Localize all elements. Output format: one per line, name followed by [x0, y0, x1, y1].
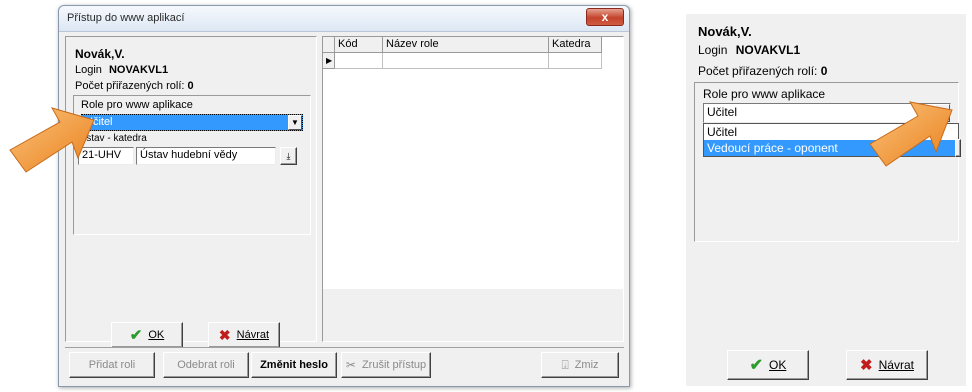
right-pointer-arrow-icon: [869, 101, 953, 167]
lookup-arrow-icon: ⤓: [286, 150, 291, 161]
close-button[interactable]: x: [586, 8, 624, 26]
login-row: Login NOVAKVL1: [75, 64, 168, 76]
zrusit-label: Zrušit přístup: [361, 359, 427, 371]
scissors-icon: ✂: [345, 358, 356, 372]
grid-header-katedra-label: Katedra: [552, 38, 591, 50]
grid-header-kod-label: Kód: [338, 38, 358, 50]
grid-header-katedra[interactable]: Katedra: [549, 37, 602, 53]
rp-check-icon: ✔: [749, 357, 764, 374]
left-pointer-arrow-icon: [9, 107, 95, 173]
rp-user-name: Novák,V.: [698, 24, 752, 39]
roles-count-label: Počet přiřazených rolí:: [75, 80, 185, 92]
odebrat-roli-button[interactable]: Odebrat roli: [163, 352, 249, 378]
rp-group-label: Role pro www aplikace: [703, 87, 826, 101]
grid-header-nazev[interactable]: Název role: [383, 37, 549, 53]
grid-empty-area: [323, 289, 623, 341]
ustav-name-value: Ústav hudební vědy: [140, 149, 238, 161]
zrusit-pristup-button[interactable]: ✂ Zrušit přístup: [341, 352, 431, 378]
login-label: Login: [75, 64, 102, 76]
grid-header-nazev-label: Název role: [386, 38, 439, 50]
grid-corner: [323, 37, 335, 53]
zmenit-heslo-button[interactable]: Změnit heslo: [251, 352, 337, 378]
ok-label: OK: [148, 329, 165, 341]
navrat-button[interactable]: ✖ Návrat: [208, 322, 280, 348]
roles-count-row: Počet přiřazených rolí: 0: [75, 80, 194, 92]
rp-role-select-value: Učitel: [707, 105, 738, 119]
ustav-name-field[interactable]: Ústav hudební vědy: [136, 147, 276, 165]
grid-cell[interactable]: [335, 53, 383, 69]
user-name: Novák,V.: [75, 47, 125, 61]
pridat-label: Přidat roli: [88, 359, 136, 371]
exit-door-icon: ⍗: [561, 357, 569, 372]
login-value: NOVAKVL1: [108, 64, 169, 76]
ustav-lookup-button[interactable]: ⤓: [280, 147, 297, 165]
pridat-roli-button[interactable]: Přidat roli: [69, 352, 155, 378]
title-bar[interactable]: Přístup do www aplikací x: [59, 6, 629, 32]
grid-header-kod[interactable]: Kód: [335, 37, 383, 53]
rp-roles-count-row: Počet přiřazených rolí: 0: [698, 64, 827, 78]
odebrat-label: Odebrat roli: [177, 359, 235, 371]
roles-count-value: 0: [187, 80, 194, 92]
divider: [65, 347, 624, 348]
ok-button[interactable]: ✔ OK: [111, 322, 183, 348]
access-dialog-window: Přístup do www aplikací x Novák,V. Login…: [58, 5, 630, 387]
zoomed-panel: Novák,V. Login NOVAKVL1 Počet přiřazenýc…: [686, 14, 966, 386]
grid-cell[interactable]: [549, 53, 602, 69]
check-icon: ✔: [129, 327, 143, 344]
rp-x-cross-icon: ✖: [860, 357, 873, 374]
navrat-label: Návrat: [236, 329, 270, 341]
rp-login-value: NOVAKVL1: [735, 43, 801, 57]
chevron-down-icon[interactable]: ▼: [288, 115, 302, 130]
rp-login-row: Login NOVAKVL1: [698, 43, 800, 57]
rp-roles-count-label: Počet přiřazených rolí:: [698, 64, 818, 78]
zmiz-button[interactable]: ⍗ Zmiz: [541, 352, 619, 378]
user-info-panel: Novák,V. Login NOVAKVL1 Počet přiřazenýc…: [65, 36, 317, 348]
rp-navrat-button[interactable]: ✖ Návrat: [846, 350, 928, 380]
zmiz-label: Zmiz: [574, 359, 599, 371]
role-groupbox: Role pro www aplikace Učitel ▼ Ústav - k…: [73, 95, 311, 235]
rp-option-label: Učitel: [707, 125, 738, 139]
role-select[interactable]: Učitel: [81, 114, 303, 131]
window-title: Přístup do www aplikací: [67, 12, 185, 24]
close-icon: x: [601, 10, 609, 24]
zmenit-label: Změnit heslo: [260, 359, 328, 371]
x-cross-icon: ✖: [218, 326, 231, 343]
rp-roles-count-value: 0: [820, 64, 828, 78]
grid-area: Kód Název role Katedra ▶: [323, 37, 623, 289]
grid-cell[interactable]: [383, 53, 549, 69]
rp-option-selected-label: Vedoucí práce - oponent: [707, 141, 838, 155]
rp-navrat-label: Návrat: [878, 358, 914, 372]
row-pointer-icon: ▶: [323, 53, 335, 69]
rp-ok-button[interactable]: ✔ OK: [727, 350, 809, 380]
rp-ok-label: OK: [769, 358, 787, 372]
roles-grid[interactable]: Kód Název role Katedra ▶: [322, 36, 624, 342]
rp-login-label: Login: [698, 43, 728, 57]
